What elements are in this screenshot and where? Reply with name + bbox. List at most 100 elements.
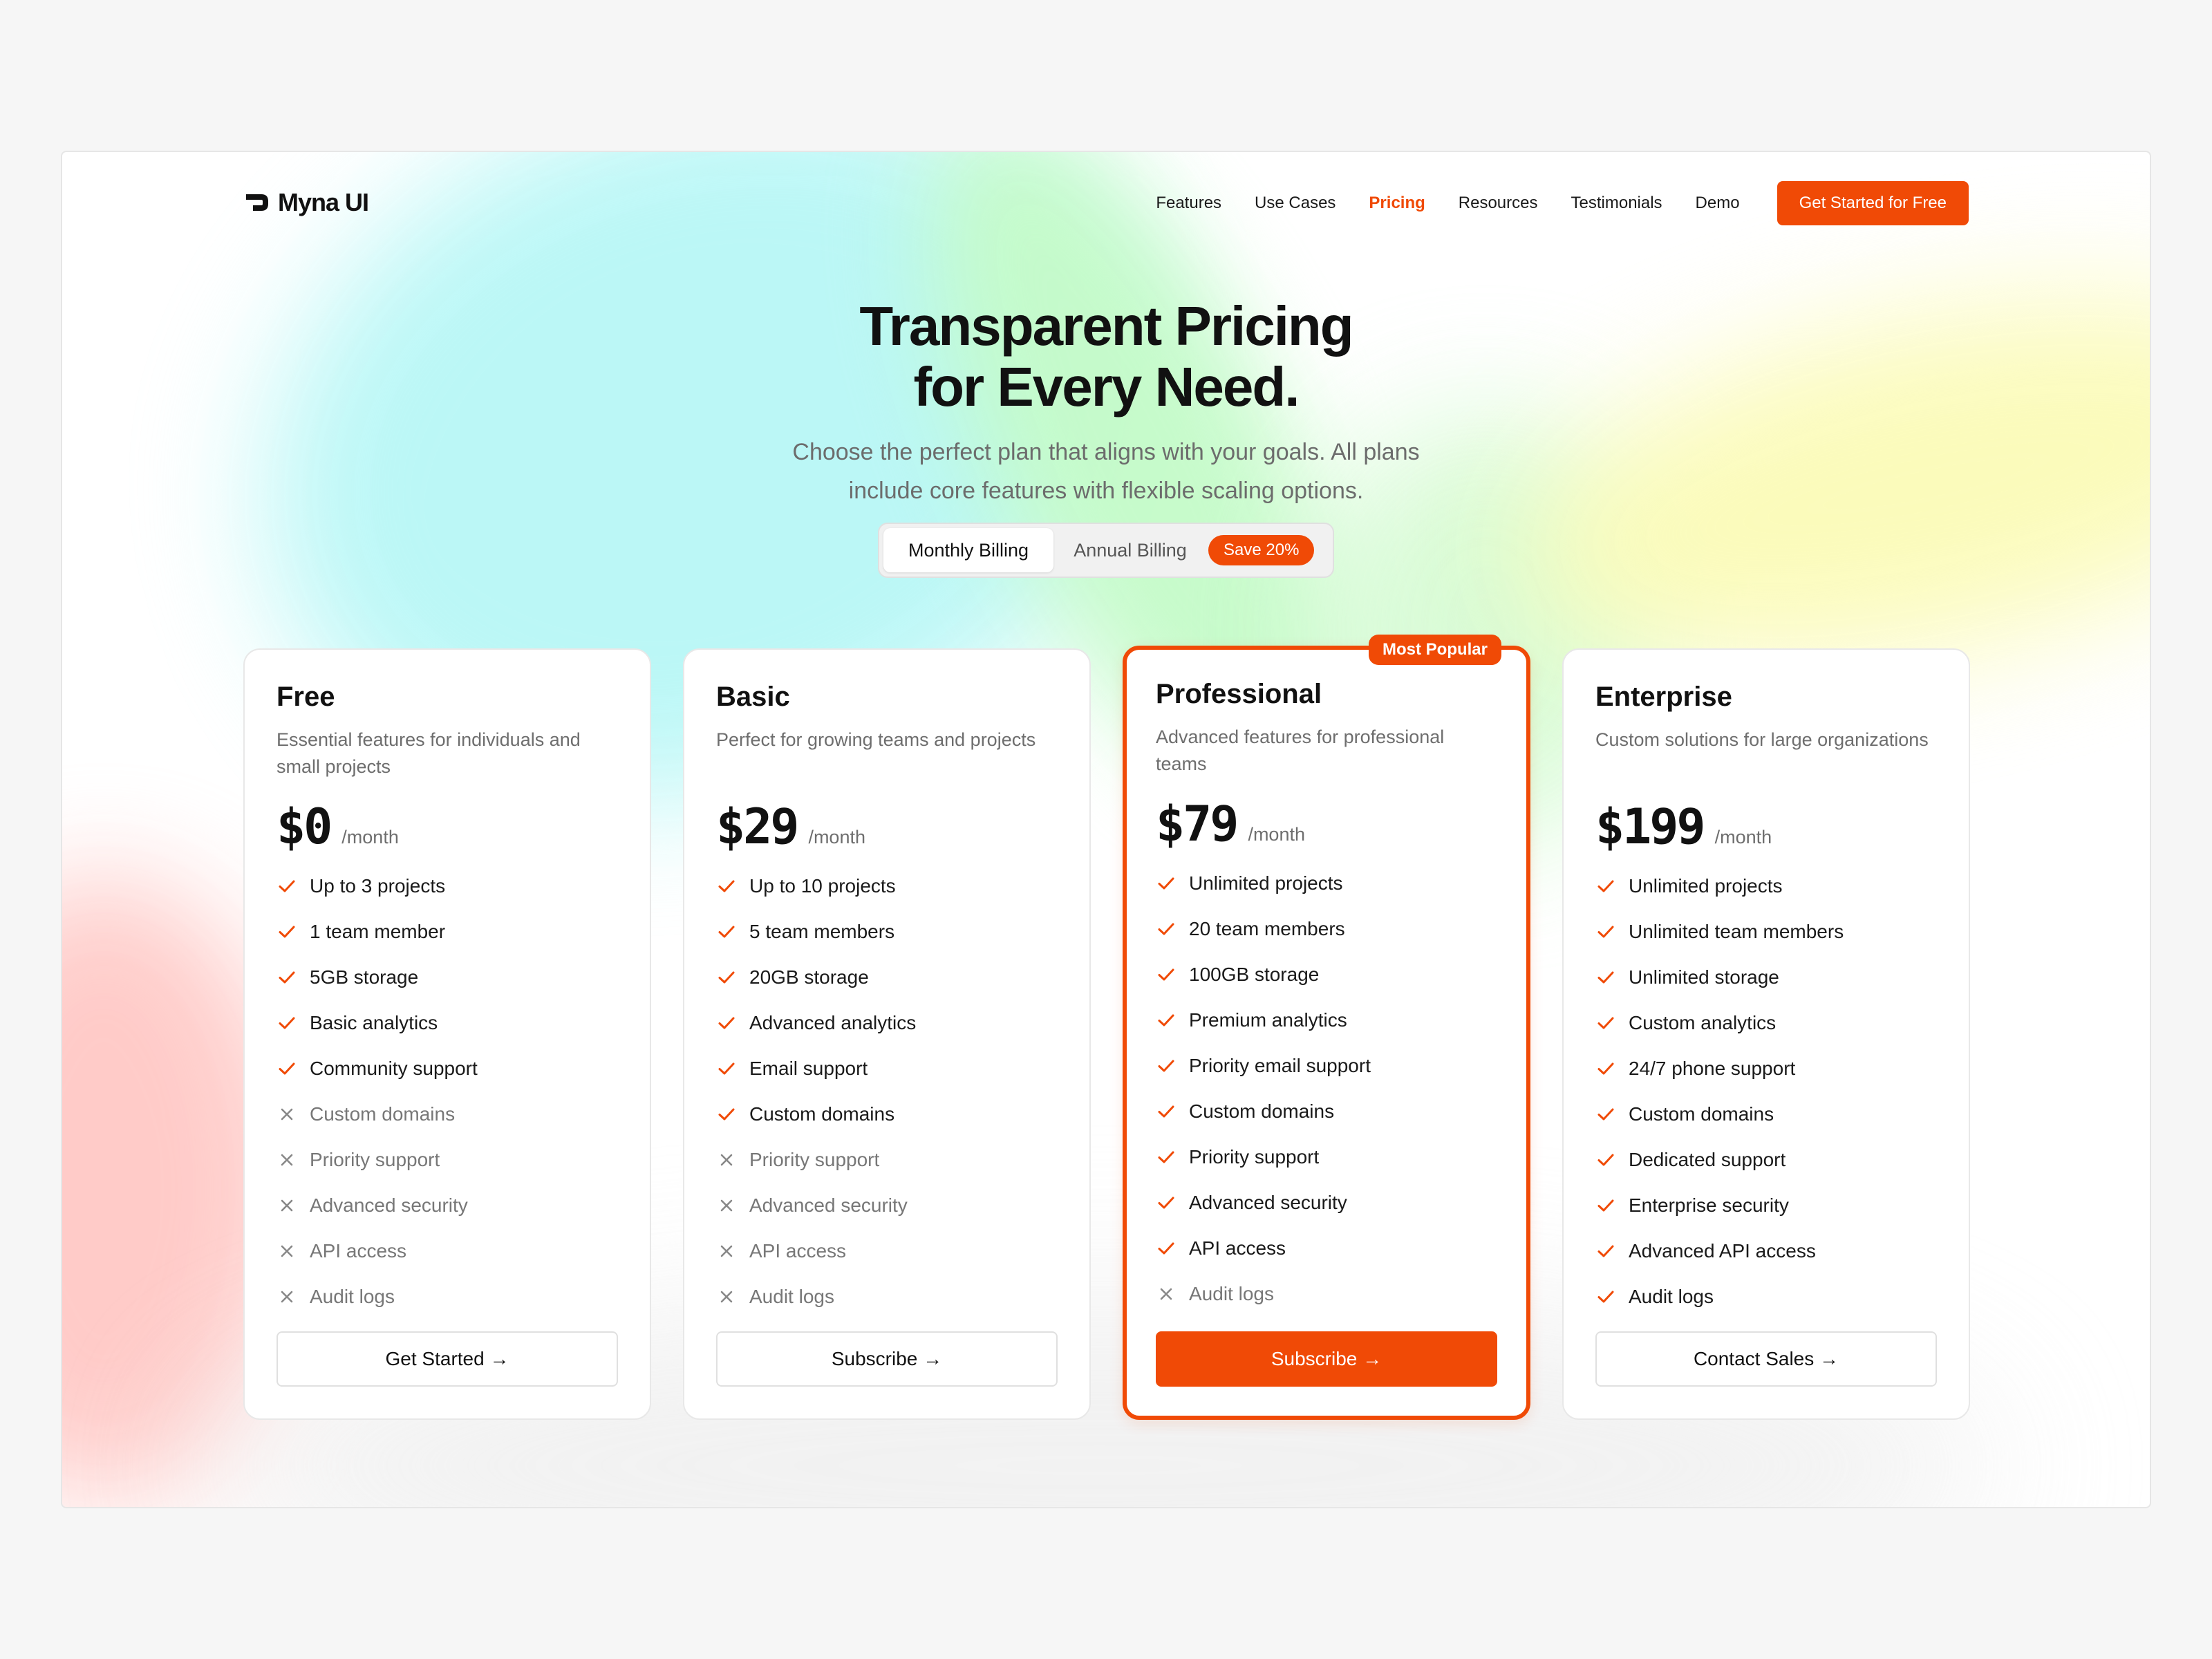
feature-item: 20 team members: [1156, 906, 1497, 952]
feature-label: 20 team members: [1189, 918, 1345, 939]
feature-label: 5 team members: [749, 921, 895, 942]
feature-item: Priority support: [1156, 1134, 1497, 1180]
plan-description: Advanced features for professional teams: [1156, 727, 1445, 774]
feature-item: Up to 10 projects: [716, 863, 1058, 909]
check-icon: [1158, 923, 1174, 935]
hero: Transparent Pricing for Every Need. Choo…: [62, 296, 2150, 510]
check-icon: [1158, 1197, 1174, 1209]
plan-cta-button[interactable]: Subscribe →: [1156, 1331, 1497, 1387]
plan-card-basic: Basic Perfect for growing teams and proje…: [683, 648, 1091, 1420]
brand-logo[interactable]: Myna UI: [243, 188, 369, 217]
feature-item: 5GB storage: [276, 955, 618, 1000]
feature-item: Basic analytics: [276, 1000, 618, 1046]
check-icon: [1597, 1199, 1614, 1212]
feature-item: Custom analytics: [1595, 1000, 1937, 1046]
annual-billing-option[interactable]: Annual Billing: [1053, 528, 1207, 572]
plan-price: $79: [1156, 796, 1239, 852]
get-started-free-button[interactable]: Get Started for Free: [1777, 181, 1969, 225]
feature-label: Advanced API access: [1629, 1240, 1816, 1262]
check-icon: [1158, 1014, 1174, 1027]
feature-label: Custom domains: [310, 1103, 456, 1125]
check-icon: [1597, 1245, 1614, 1257]
feature-item: Unlimited projects: [1595, 863, 1937, 909]
feature-item: Custom domains: [1156, 1089, 1497, 1134]
plan-description: Custom solutions for large organizations: [1595, 729, 1929, 750]
feature-item: Advanced analytics: [716, 1000, 1058, 1046]
nav-link-use-cases[interactable]: Use Cases: [1255, 194, 1335, 213]
price-row: $199 /month: [1595, 798, 1937, 856]
monthly-billing-option[interactable]: Monthly Billing: [883, 528, 1053, 572]
check-icon: [718, 1062, 735, 1075]
check-icon: [718, 971, 735, 984]
nav-link-pricing[interactable]: Pricing: [1369, 194, 1425, 213]
plan-price: $0: [276, 798, 332, 855]
feature-item: Custom domains: [276, 1091, 618, 1137]
feature-item: Audit logs: [276, 1274, 618, 1320]
feature-item: Enterprise security: [1595, 1183, 1937, 1228]
price-period: /month: [808, 827, 865, 847]
plan-card-free: Free Essential features for individuals a…: [243, 648, 651, 1420]
feature-label: Advanced security: [1189, 1192, 1347, 1213]
check-icon: [1597, 880, 1614, 892]
feature-item: API access: [276, 1228, 618, 1274]
check-icon: [279, 880, 295, 892]
feature-item: Dedicated support: [1595, 1137, 1937, 1183]
x-icon: [281, 1245, 293, 1257]
nav-link-features[interactable]: Features: [1156, 194, 1221, 213]
feature-item: Up to 3 projects: [276, 863, 618, 909]
feature-label: Custom domains: [1629, 1103, 1774, 1125]
feature-label: Priority support: [749, 1149, 880, 1170]
feature-label: API access: [1189, 1237, 1286, 1259]
feature-label: Unlimited storage: [1629, 966, 1779, 988]
check-icon: [279, 1062, 295, 1075]
feature-item: Unlimited projects: [1156, 861, 1497, 906]
feature-item: Priority email support: [1156, 1043, 1497, 1089]
feature-item: 5 team members: [716, 909, 1058, 955]
check-icon: [279, 971, 295, 984]
page-title: Transparent Pricing for Every Need.: [62, 296, 2150, 418]
feature-list: Unlimited projects 20 team members 100GB s…: [1156, 861, 1497, 1317]
plan-name: Enterprise: [1595, 682, 1732, 712]
feature-item: Advanced security: [716, 1183, 1058, 1228]
plan-cta-button[interactable]: Get Started →: [276, 1331, 618, 1387]
feature-label: Up to 3 projects: [310, 875, 446, 897]
check-icon: [718, 926, 735, 938]
feature-item: Audit logs: [1595, 1274, 1937, 1320]
check-icon: [718, 1108, 735, 1121]
feature-item: Premium analytics: [1156, 997, 1497, 1043]
plan-description: Essential features for individuals and s…: [276, 729, 581, 777]
price-row: $29 /month: [716, 798, 1058, 856]
check-icon: [279, 926, 295, 938]
feature-item: Audit logs: [716, 1274, 1058, 1320]
plan-price: $29: [716, 798, 799, 855]
feature-item: 24/7 phone support: [1595, 1046, 1937, 1091]
nav-link-testimonials[interactable]: Testimonials: [1571, 194, 1662, 213]
feature-item: API access: [716, 1228, 1058, 1274]
check-icon: [1158, 968, 1174, 981]
check-icon: [1597, 1154, 1614, 1166]
feature-label: Enterprise security: [1629, 1194, 1789, 1216]
feature-label: Basic analytics: [310, 1012, 438, 1033]
plan-description: Perfect for growing teams and projects: [716, 729, 1036, 750]
plan-card-professional: Most Popular Professional Advanced feature…: [1123, 635, 1530, 1420]
plan-name: Professional: [1156, 679, 1322, 709]
feature-label: Priority email support: [1189, 1055, 1371, 1076]
check-icon: [1158, 1151, 1174, 1163]
x-icon: [281, 1291, 293, 1303]
x-icon: [720, 1154, 733, 1166]
check-icon: [1597, 1062, 1614, 1075]
billing-toggle: Monthly Billing Annual Billing Save 20%: [878, 523, 1334, 578]
feature-label: Advanced security: [749, 1194, 908, 1216]
feature-label: Priority support: [310, 1149, 440, 1170]
plan-cta-button[interactable]: Contact Sales →: [1595, 1331, 1937, 1387]
check-icon: [1158, 877, 1174, 890]
feature-label: Unlimited projects: [1629, 875, 1783, 897]
x-icon: [281, 1108, 293, 1121]
plan-cta-button[interactable]: Subscribe →: [716, 1331, 1058, 1387]
plan-card-enterprise: Enterprise Custom solutions for large org…: [1562, 648, 1970, 1420]
nav-link-resources[interactable]: Resources: [1459, 194, 1538, 213]
x-icon: [720, 1199, 733, 1212]
feature-item: API access: [1156, 1226, 1497, 1271]
nav-link-demo[interactable]: Demo: [1696, 194, 1740, 213]
feature-label: Unlimited team members: [1629, 921, 1844, 942]
